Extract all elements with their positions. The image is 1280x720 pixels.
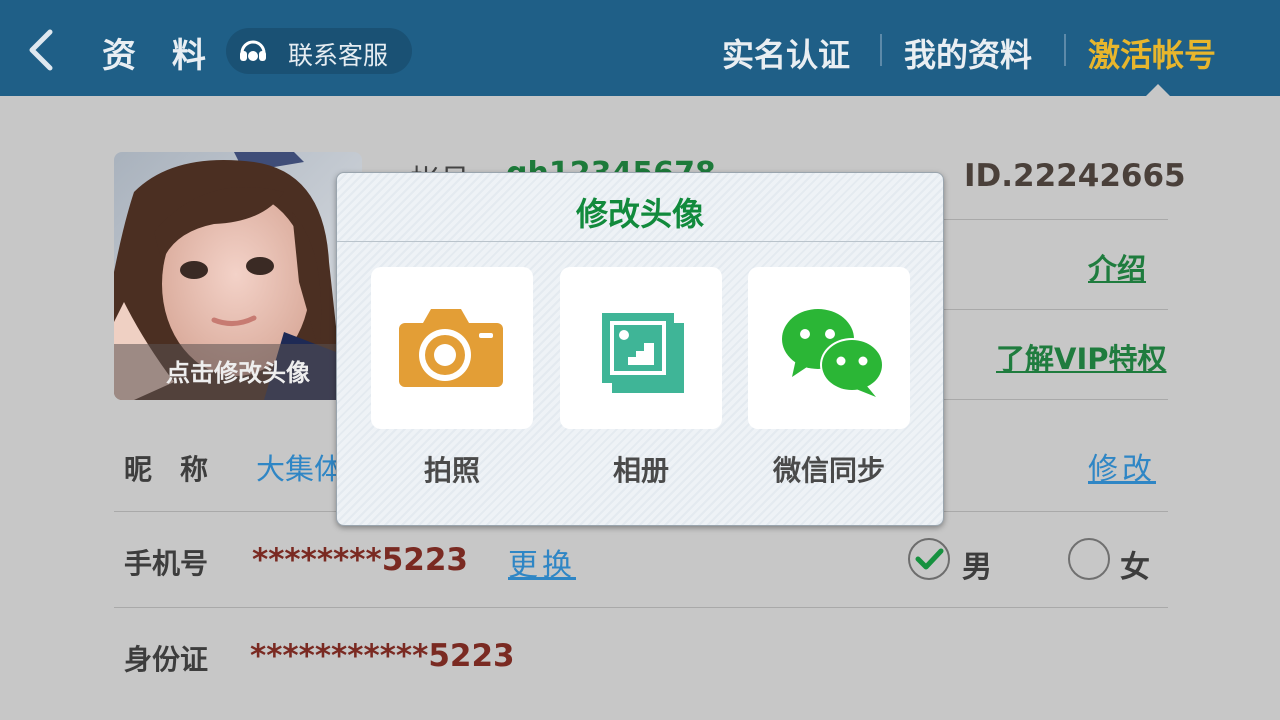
gender-male-label: 男 — [962, 550, 992, 585]
photo-album-label[interactable]: 相册 — [541, 449, 741, 489]
divider — [944, 219, 1168, 220]
change-avatar-dialog: 修改头像 拍照 相册 微信同步 — [336, 172, 944, 526]
active-tab-indicator — [1146, 84, 1170, 96]
intro-link[interactable]: 介绍 — [1088, 246, 1146, 288]
chevron-left-icon — [29, 29, 53, 71]
tab-divider — [1064, 34, 1066, 66]
tab-activate-account[interactable]: 激活帐号 — [1088, 30, 1216, 76]
divider — [114, 607, 1168, 608]
nickname-edit-link[interactable]: 修改 — [1088, 444, 1156, 488]
photo-album-button[interactable] — [560, 267, 722, 429]
camera-icon — [399, 309, 503, 387]
id-card-label: 身份证 — [124, 643, 209, 676]
checkmark-icon — [915, 548, 944, 570]
vip-privileges-link[interactable]: 了解VIP特权 — [996, 336, 1167, 378]
user-id: ID.22242665 — [964, 158, 1186, 194]
nickname-label: 昵 称 — [124, 453, 209, 486]
gender-female-radio[interactable] — [1068, 538, 1110, 580]
wechat-sync-label[interactable]: 微信同步 — [729, 449, 929, 489]
contact-service-label: 联系客服 — [288, 41, 389, 70]
gender-female-label: 女 — [1120, 550, 1150, 585]
avatar-caption: 点击修改头像 — [114, 344, 362, 400]
wechat-sync-button[interactable] — [748, 267, 910, 429]
avatar[interactable]: 点击修改头像 — [114, 152, 362, 400]
take-photo-button[interactable] — [371, 267, 533, 429]
id-card-value: ***********5223 — [250, 638, 515, 674]
wechat-icon — [782, 309, 884, 397]
phone-value: ********5223 — [252, 542, 468, 578]
contact-service-button[interactable]: 联系客服 — [226, 28, 412, 74]
page-title: 资 料 — [102, 36, 218, 76]
dialog-title: 修改头像 — [575, 195, 704, 233]
nickname-value: 大集体 — [256, 452, 344, 486]
headset-icon — [240, 40, 266, 61]
divider — [944, 399, 1168, 400]
top-bar: 资 料 联系客服 实名认证 我的资料 激活帐号 — [0, 0, 1280, 96]
photo-album-icon — [602, 313, 684, 393]
gender-male-radio[interactable] — [908, 538, 950, 580]
back-button[interactable] — [24, 26, 64, 74]
phone-label: 手机号 — [124, 547, 209, 580]
tab-real-name-verification[interactable]: 实名认证 — [722, 30, 850, 76]
dialog-divider — [337, 241, 943, 242]
phone-change-link[interactable]: 更换 — [508, 540, 576, 584]
tab-my-profile[interactable]: 我的资料 — [904, 30, 1032, 76]
divider — [944, 309, 1168, 310]
tab-divider — [880, 34, 882, 66]
take-photo-label[interactable]: 拍照 — [352, 449, 552, 489]
